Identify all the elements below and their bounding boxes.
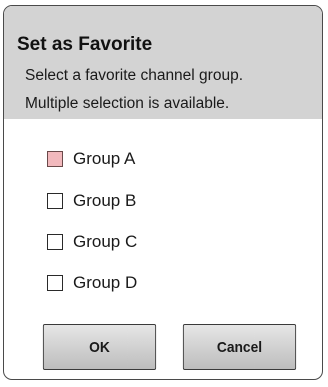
option-group-a[interactable]: Group A [47,147,135,171]
option-group-c[interactable]: Group C [47,230,137,254]
option-group-b[interactable]: Group B [47,189,136,213]
checkbox-group-b[interactable] [47,193,63,209]
dialog-description-line2: Multiple selection is available. [25,95,230,112]
option-group-d[interactable]: Group D [47,271,137,295]
option-label-group-a: Group A [73,149,136,168]
ok-button[interactable]: OK [42,324,157,370]
checkbox-group-c[interactable] [47,234,63,250]
option-label-group-b: Group B [73,191,137,210]
checkbox-group-d[interactable] [47,275,63,291]
checkbox-group-a[interactable] [47,151,63,167]
dialog-description-line1: Select a favorite channel group. [25,67,243,84]
option-label-group-c: Group C [73,232,138,251]
set-favorite-dialog: Set as Favorite Select a favorite channe… [3,5,323,380]
option-label-group-d: Group D [73,273,138,292]
dialog-title: Set as Favorite [17,34,153,55]
cancel-button[interactable]: Cancel [182,324,297,370]
dialog-header: Set as Favorite Select a favorite channe… [4,6,322,119]
